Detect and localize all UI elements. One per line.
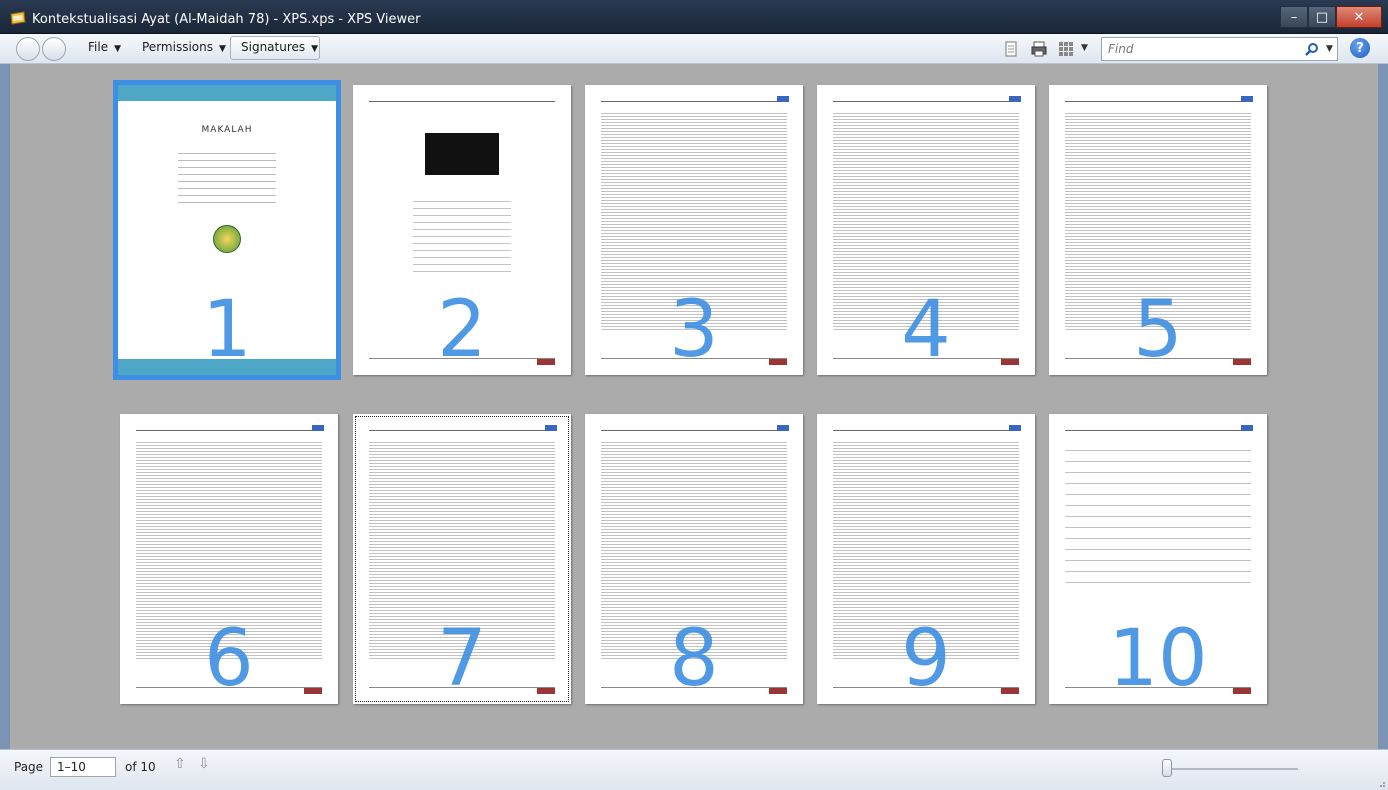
zoom-slider-handle[interactable] (1162, 759, 1172, 777)
page-text (1065, 440, 1251, 590)
chevron-down-icon: ▼ (311, 44, 319, 54)
signatures-menu-label: Signatures (241, 40, 306, 54)
xps-viewer-icon (10, 11, 26, 25)
cover-band (118, 85, 336, 101)
maximize-button[interactable]: □ (1308, 6, 1336, 28)
page-thumbnail[interactable]: 3 (585, 85, 803, 375)
page-number: 3 (669, 285, 719, 375)
page-thumbnail[interactable]: 7 (353, 414, 571, 704)
header-rule (1065, 101, 1251, 102)
next-page-icon[interactable]: ⇩ (198, 756, 214, 774)
header-tab (1009, 425, 1021, 431)
previous-page-icon[interactable]: ⇧ (174, 756, 190, 774)
page-thumbnail[interactable]: 9 (817, 414, 1035, 704)
calligraphy-image (425, 133, 499, 175)
page-number-input[interactable] (50, 757, 116, 777)
file-menu[interactable]: File ▼ (88, 40, 121, 54)
page-text (413, 195, 511, 275)
window-controls: – □ ✕ (1280, 6, 1382, 28)
minimize-button[interactable]: – (1280, 6, 1308, 28)
page-number: 9 (901, 614, 951, 704)
help-icon[interactable]: ? (1350, 38, 1370, 58)
single-page-icon[interactable] (1002, 40, 1020, 58)
find-box: ▼ (1101, 37, 1338, 61)
page-number: 8 (669, 614, 719, 704)
page-label: Page (14, 760, 44, 774)
back-button[interactable] (16, 37, 40, 61)
page-number: 1 (202, 285, 252, 375)
chevron-down-icon: ▼ (218, 44, 226, 54)
page-number: 5 (1133, 285, 1183, 375)
close-button[interactable]: ✕ (1336, 6, 1382, 28)
page-thumbnail[interactable]: 4 (817, 85, 1035, 375)
chevron-down-icon: ▼ (114, 44, 122, 54)
header-tab (312, 425, 324, 431)
document-view: MAKALAH 1 2 3 4 5 6 7 8 9 10 (10, 64, 1378, 749)
window-title: Kontekstualisasi Ayat (Al-Maidah 78) - X… (32, 12, 421, 27)
header-rule (369, 430, 555, 431)
header-tab (1009, 96, 1021, 102)
page-count: of 10 (125, 760, 156, 774)
page-thumbnail[interactable]: 5 (1049, 85, 1267, 375)
header-tab (777, 425, 789, 431)
chevron-down-icon[interactable]: ▼ (1326, 44, 1333, 54)
print-icon[interactable] (1030, 40, 1048, 58)
thumbnails-icon[interactable] (1057, 40, 1075, 58)
permissions-menu-label: Permissions (142, 40, 213, 54)
menu-bar: File ▼ Permissions ▼ Signatures ▼ ▼ ▼ ? (0, 34, 1388, 64)
cover-title: MAKALAH (201, 125, 253, 135)
page-thumbnail[interactable]: 2 (353, 85, 571, 375)
zoom-slider-track[interactable] (1162, 768, 1298, 770)
resize-grip-icon[interactable] (1376, 778, 1386, 788)
find-input[interactable] (1102, 38, 1292, 60)
page-number: 10 (1108, 614, 1208, 704)
permissions-menu[interactable]: Permissions ▼ (142, 40, 226, 54)
page-number: 7 (437, 614, 487, 704)
header-tab (1241, 425, 1253, 431)
forward-button[interactable] (42, 37, 66, 61)
header-tab (777, 96, 789, 102)
title-bar: Kontekstualisasi Ayat (Al-Maidah 78) - X… (0, 0, 1388, 34)
header-rule (136, 430, 322, 431)
header-rule (1065, 430, 1251, 431)
header-tab (545, 425, 557, 431)
page-thumbnail[interactable]: 8 (585, 414, 803, 704)
header-rule (833, 101, 1019, 102)
page-thumbnail[interactable]: MAKALAH 1 (113, 80, 341, 380)
page-thumbnail[interactable]: 10 (1049, 414, 1267, 704)
signatures-menu[interactable]: Signatures ▼ (230, 36, 320, 60)
header-tab (1241, 96, 1253, 102)
search-icon[interactable] (1304, 42, 1320, 58)
header-rule (369, 101, 555, 102)
header-rule (601, 101, 787, 102)
page-number: 2 (437, 285, 487, 375)
header-rule (601, 430, 787, 431)
institution-logo-icon (213, 225, 241, 253)
page-text (178, 147, 276, 207)
file-menu-label: File (88, 40, 109, 54)
page-number: 6 (204, 614, 254, 704)
page-thumbnail[interactable]: 6 (120, 414, 338, 704)
chevron-down-icon[interactable]: ▼ (1081, 43, 1088, 53)
header-rule (833, 430, 1019, 431)
status-bar: Page of 10 ⇧ ⇩ (0, 749, 1388, 790)
page-number: 4 (901, 285, 951, 375)
